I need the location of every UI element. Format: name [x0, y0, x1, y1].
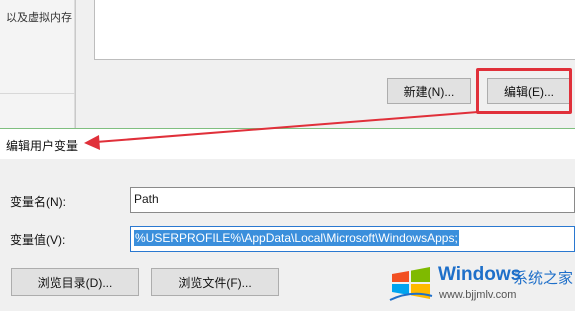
variable-name-label: 变量名(N):	[10, 195, 66, 209]
background-window: 以及虚拟内存	[0, 0, 75, 128]
variable-value-input[interactable]: %USERPROFILE%\AppData\Local\Microsoft\Wi…	[130, 226, 575, 252]
user-variables-list[interactable]	[94, 0, 575, 60]
watermark-brand: Windows	[438, 264, 522, 285]
variable-value-label: 变量值(V):	[10, 233, 66, 247]
watermark-brand-cn: 系统之家	[513, 270, 574, 287]
dialog-titlebar: 编辑用户变量	[0, 129, 575, 159]
edit-button-highlight	[476, 68, 572, 114]
background-window-text: 以及虚拟内存	[6, 12, 72, 24]
browse-file-button[interactable]: 浏览文件(F)...	[151, 268, 279, 296]
variable-value-selected-text: %USERPROFILE%\AppData\Local\Microsoft\Wi…	[134, 230, 459, 246]
new-button[interactable]: 新建(N)...	[387, 78, 471, 104]
variable-name-input[interactable]: Path	[130, 187, 575, 213]
background-window-divider	[0, 93, 75, 94]
variable-name-value: Path	[134, 192, 159, 206]
windows-logo-icon	[389, 267, 433, 301]
dialog-title: 编辑用户变量	[6, 139, 79, 153]
browse-directory-button[interactable]: 浏览目录(D)...	[11, 268, 139, 296]
site-watermark: Windows 系统之家 www.bjjmlv.com	[386, 258, 575, 308]
watermark-url: www.bjjmlv.com	[439, 289, 517, 301]
